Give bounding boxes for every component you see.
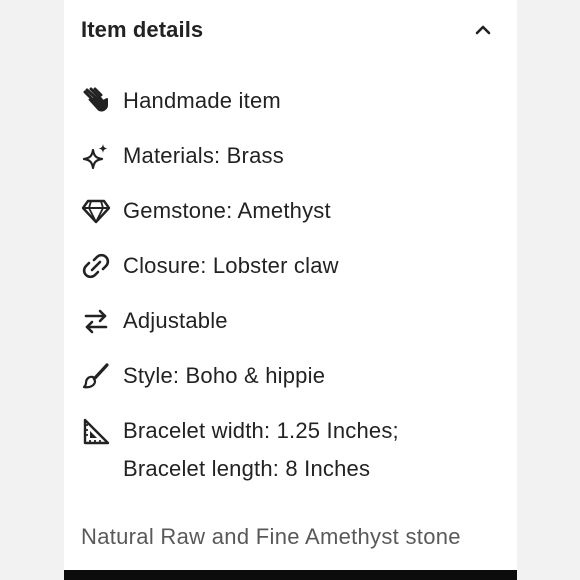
detail-gemstone: Gemstone: Amethyst	[81, 196, 331, 230]
item-details-header[interactable]: Item details	[81, 14, 493, 46]
detail-bracelet-size: Bracelet width: 1.25 Inches; Bracelet le…	[81, 416, 399, 488]
item-details-panel: Item details Handmade item Materials: Br…	[64, 0, 517, 580]
bracelet-width-label: Bracelet width: 1.25 Inches;	[123, 418, 399, 443]
brush-icon	[81, 361, 111, 391]
swap-arrows-icon	[81, 306, 111, 336]
hand-icon	[81, 86, 111, 116]
chevron-up-icon[interactable]	[473, 20, 493, 40]
detail-label: Closure: Lobster claw	[123, 253, 339, 278]
sparkle-icon	[81, 141, 111, 171]
detail-adjustable: Adjustable	[81, 306, 228, 340]
detail-handmade: Handmade item	[81, 86, 281, 120]
detail-label: Adjustable	[123, 308, 228, 333]
link-icon	[81, 251, 111, 281]
detail-label: Handmade item	[123, 88, 281, 113]
ruler-triangle-icon	[81, 416, 111, 446]
bottom-bar	[64, 570, 517, 580]
detail-materials: Materials: Brass	[81, 141, 284, 175]
bracelet-length-label: Bracelet length: 8 Inches	[123, 456, 371, 481]
detail-label: Gemstone: Amethyst	[123, 198, 331, 223]
detail-label: Style: Boho & hippie	[123, 363, 326, 388]
detail-style: Style: Boho & hippie	[81, 361, 325, 395]
section-title: Item details	[81, 17, 204, 42]
detail-label: Materials: Brass	[123, 143, 284, 168]
item-description: Natural Raw and Fine Amethyst stone	[81, 524, 461, 549]
detail-label: Bracelet width: 1.25 Inches; Bracelet le…	[123, 412, 399, 488]
gem-icon	[81, 196, 111, 226]
detail-closure: Closure: Lobster claw	[81, 251, 339, 285]
